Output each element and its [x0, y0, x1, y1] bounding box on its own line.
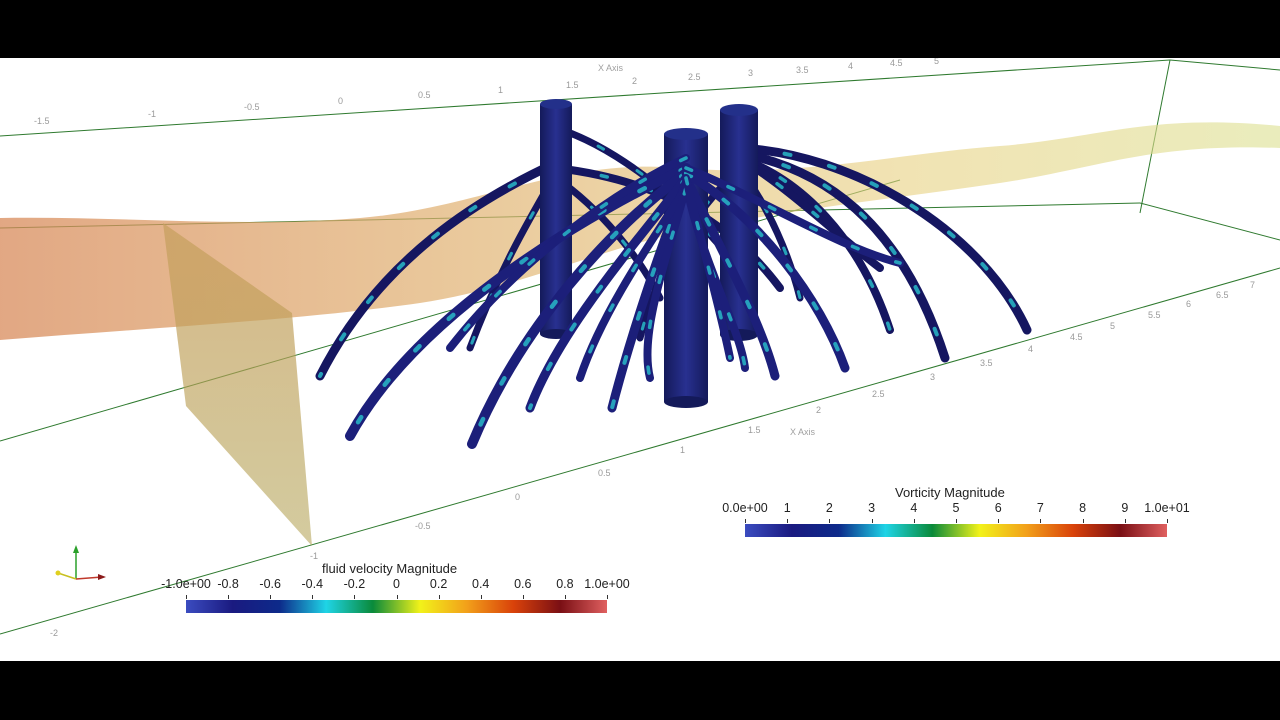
- x-axis-title-bottom: X Axis: [790, 427, 816, 437]
- colorbar-tick-label: 6: [994, 501, 1002, 515]
- colorbar-tick-mark: [522, 595, 524, 599]
- svg-text:2.5: 2.5: [872, 389, 885, 399]
- paraview-render-window: X Axis -1.5 -1 -0.5 0 0.5 1 1.5 2 2.5 3 …: [0, 0, 1280, 720]
- svg-text:5.5: 5.5: [1148, 310, 1161, 320]
- svg-text:7: 7: [1250, 280, 1255, 290]
- svg-text:4.5: 4.5: [890, 58, 903, 68]
- colorbar-tick-label: 8: [1079, 501, 1087, 515]
- colorbar-tick-mark: [1124, 519, 1126, 523]
- colorbar-tick-label: 0.4: [471, 577, 490, 591]
- 3d-scene[interactable]: X Axis -1.5 -1 -0.5 0 0.5 1 1.5 2 2.5 3 …: [0, 58, 1280, 661]
- svg-text:3: 3: [748, 68, 753, 78]
- svg-text:5: 5: [1110, 321, 1115, 331]
- colorbar-tick-label: 0.0e+00: [722, 501, 768, 515]
- colorbar-tick-label: -0.6: [259, 577, 281, 591]
- colorbar-tick-mark: [270, 595, 272, 599]
- colorbar-tick-label: 7: [1036, 501, 1044, 515]
- bottom-letterbox: [0, 661, 1280, 720]
- colorbar-tick-mark: [1082, 519, 1084, 523]
- colorbar-tick-mark: [312, 595, 314, 599]
- svg-text:3: 3: [930, 372, 935, 382]
- colorbar-tick-mark: [354, 595, 356, 599]
- xyz-axes-icon: [55, 545, 106, 580]
- top-axis-labels: X Axis -1.5 -1 -0.5 0 0.5 1 1.5 2 2.5 3 …: [34, 58, 939, 126]
- colorbar-tick-label: 1.0e+00: [584, 577, 630, 591]
- colorbar-tick-mark: [480, 595, 482, 599]
- colorbar-tick-mark: [1167, 519, 1168, 523]
- top-letterbox: [0, 0, 1280, 58]
- svg-text:1.5: 1.5: [566, 80, 579, 90]
- colorbar-tick-label: 1.0e+01: [1144, 501, 1190, 515]
- colorbar-tick-label: 0.2: [429, 577, 448, 591]
- colorbar-tick-label: -0.8: [217, 577, 239, 591]
- colorbar-tick-label: -0.2: [343, 577, 366, 591]
- svg-text:-0.5: -0.5: [244, 102, 260, 112]
- svg-text:2: 2: [632, 76, 637, 86]
- colorbar-tick-label: 3: [868, 501, 876, 515]
- svg-text:2: 2: [816, 405, 821, 415]
- colorbar-tick-label: 0: [393, 577, 400, 591]
- svg-text:3.5: 3.5: [796, 65, 809, 75]
- colorbar-tick-label: 0.6: [514, 577, 532, 591]
- colorbar-tick-mark: [396, 595, 398, 599]
- velocity-colorbar-title: fluid velocity Magnitude: [322, 561, 458, 576]
- svg-text:-1.5: -1.5: [34, 116, 50, 126]
- colorbar-tick-mark: [607, 595, 608, 599]
- colorbar-tick-mark: [913, 519, 915, 523]
- svg-text:4: 4: [1028, 344, 1033, 354]
- svg-text:3.5: 3.5: [980, 358, 993, 368]
- colorbar-tick-mark: [956, 519, 957, 523]
- svg-text:2.5: 2.5: [688, 72, 701, 82]
- colorbar-tick-mark: [871, 519, 873, 523]
- svg-text:-2: -2: [50, 628, 58, 638]
- svg-text:0.5: 0.5: [418, 90, 431, 100]
- svg-text:1: 1: [680, 445, 685, 455]
- svg-text:6: 6: [1186, 299, 1191, 309]
- colorbar-tick-label: -1.0e+00: [161, 577, 211, 591]
- vorticity-colorbar-gradient: [745, 524, 1167, 537]
- svg-text:1.5: 1.5: [748, 425, 761, 435]
- colorbar-tick-mark: [186, 595, 187, 599]
- svg-text:0.5: 0.5: [598, 468, 611, 478]
- colorbar-tick-mark: [564, 595, 566, 599]
- colorbar-tick-mark: [998, 519, 1000, 523]
- colorbar-tick-label: 0.8: [556, 577, 574, 591]
- svg-text:0: 0: [338, 96, 343, 106]
- render-viewport[interactable]: X Axis -1.5 -1 -0.5 0 0.5 1 1.5 2 2.5 3 …: [0, 58, 1280, 661]
- svg-text:4.5: 4.5: [1070, 332, 1083, 342]
- colorbar-tick-label: 9: [1121, 501, 1129, 515]
- colorbar-tick-mark: [745, 519, 746, 523]
- colorbar-tick-label: 1: [783, 501, 791, 515]
- colorbar-tick-mark: [438, 595, 440, 599]
- colorbar-tick-label: 5: [952, 501, 960, 515]
- colorbar-tick-mark: [787, 519, 789, 523]
- colorbar-tick-mark: [1040, 519, 1042, 523]
- svg-text:-1: -1: [148, 109, 156, 119]
- svg-text:-1: -1: [310, 551, 318, 561]
- vorticity-colorbar-title: Vorticity Magnitude: [895, 485, 1005, 500]
- colorbar-tick-mark: [228, 595, 230, 599]
- colorbar-tick-label: -0.4: [301, 577, 324, 591]
- svg-text:-0.5: -0.5: [415, 521, 431, 531]
- colorbar-tick-label: 2: [825, 501, 833, 515]
- colorbar-tick-label: 4: [910, 501, 918, 515]
- svg-text:0: 0: [515, 492, 520, 502]
- svg-text:4: 4: [848, 61, 853, 71]
- svg-text:5: 5: [934, 58, 939, 66]
- velocity-colorbar-gradient: [186, 600, 607, 613]
- colorbar-tick-mark: [829, 519, 831, 523]
- svg-text:6.5: 6.5: [1216, 290, 1229, 300]
- x-axis-title-top: X Axis: [598, 63, 624, 73]
- svg-text:1: 1: [498, 85, 503, 95]
